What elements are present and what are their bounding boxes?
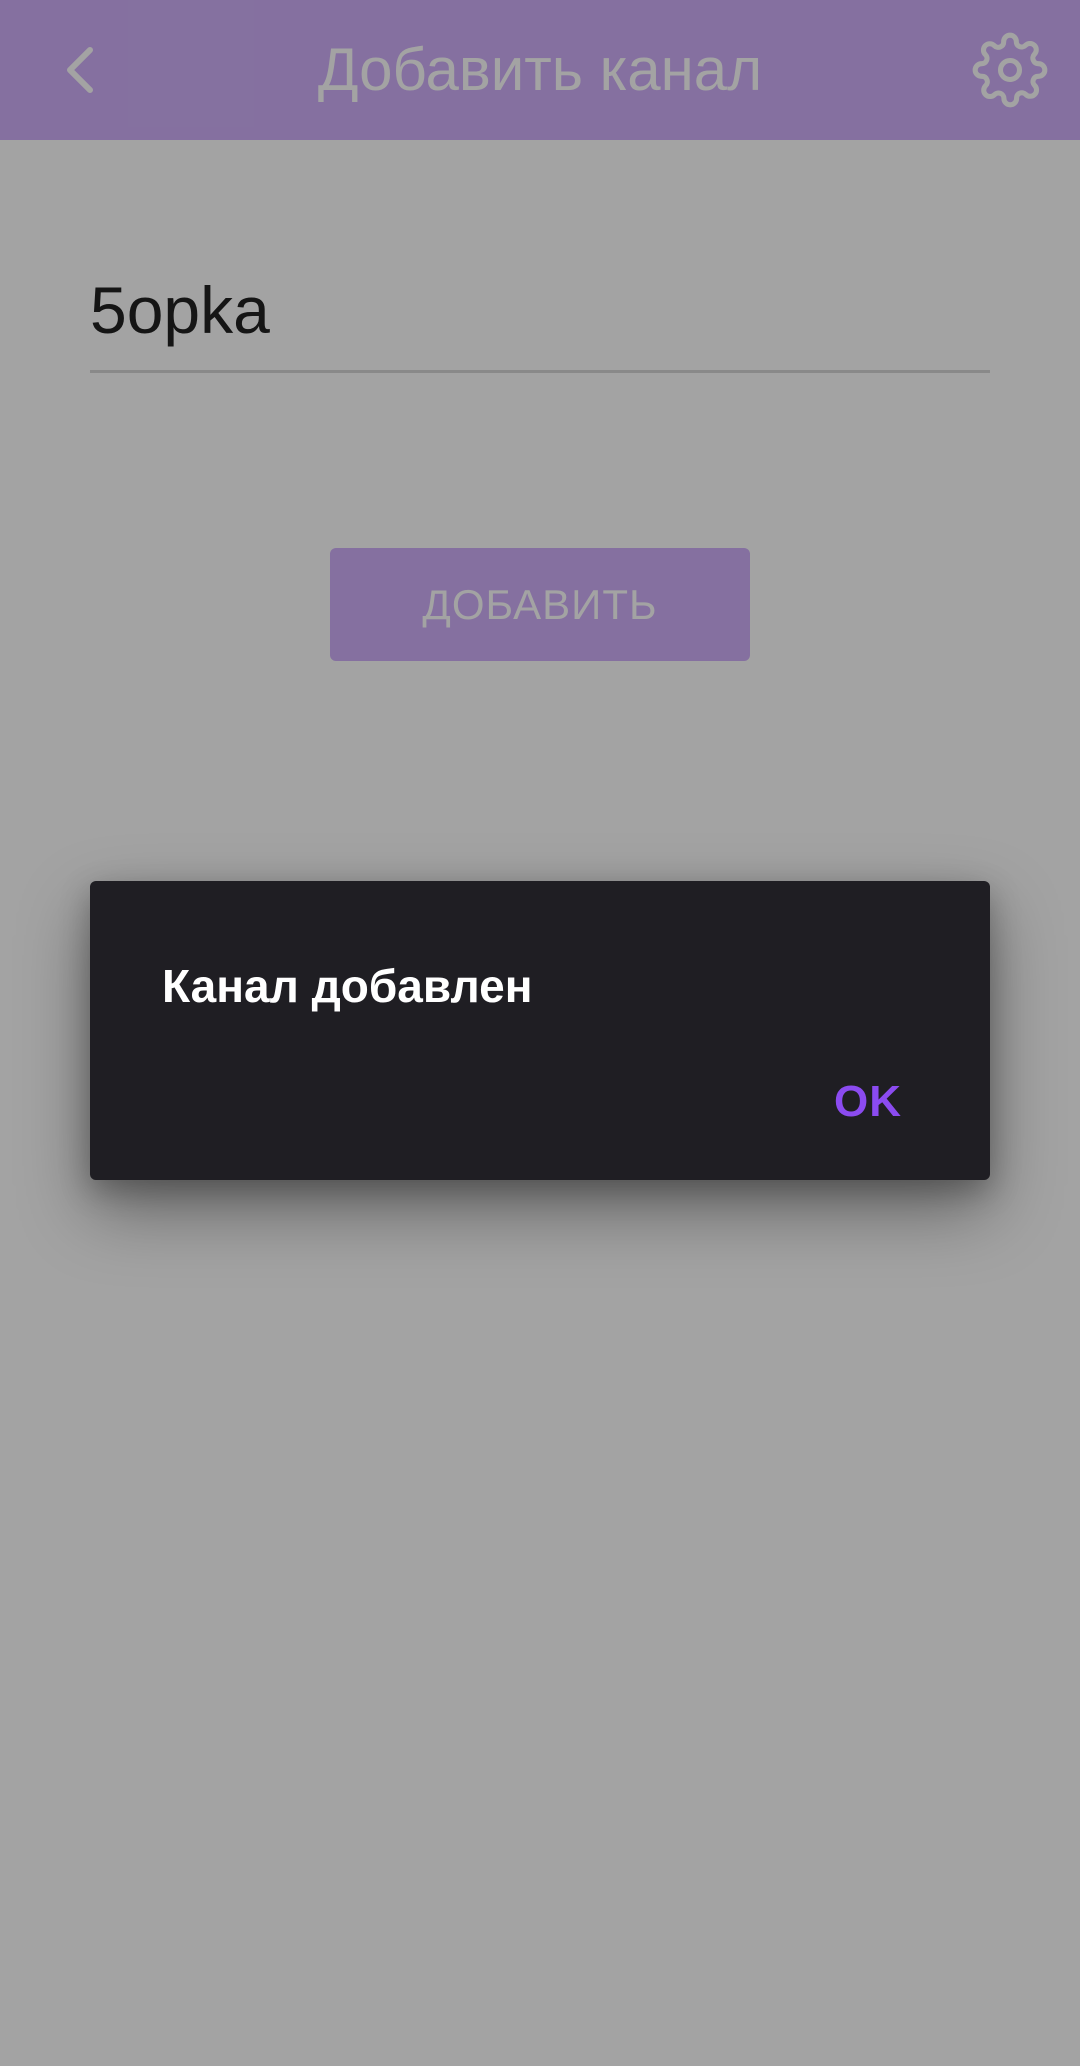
screen: Добавить канал ДОБАВИТЬ Канал добавлен O…: [0, 0, 1080, 2066]
dialog-message: Канал добавлен: [162, 960, 533, 1012]
alert-dialog: Канал добавлен OK: [90, 881, 990, 1180]
ok-button[interactable]: OK: [834, 1077, 902, 1127]
